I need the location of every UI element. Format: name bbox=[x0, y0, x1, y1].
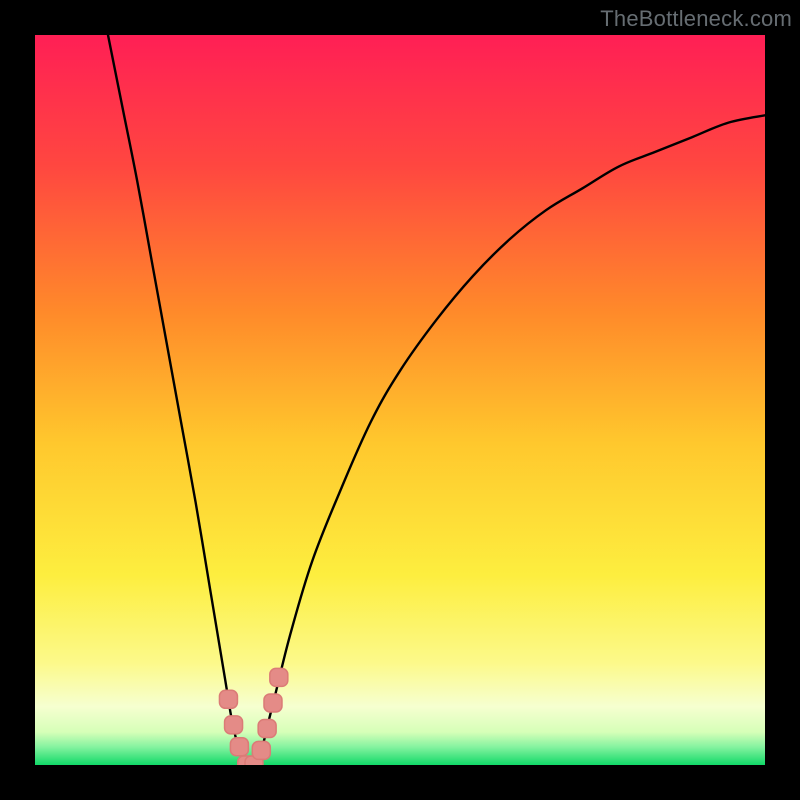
gradient-background bbox=[35, 35, 765, 765]
marker-point bbox=[270, 668, 288, 686]
plot-area bbox=[35, 35, 765, 765]
watermark-text: TheBottleneck.com bbox=[600, 6, 792, 32]
marker-point bbox=[225, 716, 243, 734]
marker-point bbox=[258, 720, 276, 738]
outer-frame: TheBottleneck.com bbox=[0, 0, 800, 800]
marker-point bbox=[252, 741, 270, 759]
marker-point bbox=[219, 690, 237, 708]
marker-point bbox=[264, 694, 282, 712]
plot-svg bbox=[35, 35, 765, 765]
marker-point bbox=[230, 738, 248, 756]
